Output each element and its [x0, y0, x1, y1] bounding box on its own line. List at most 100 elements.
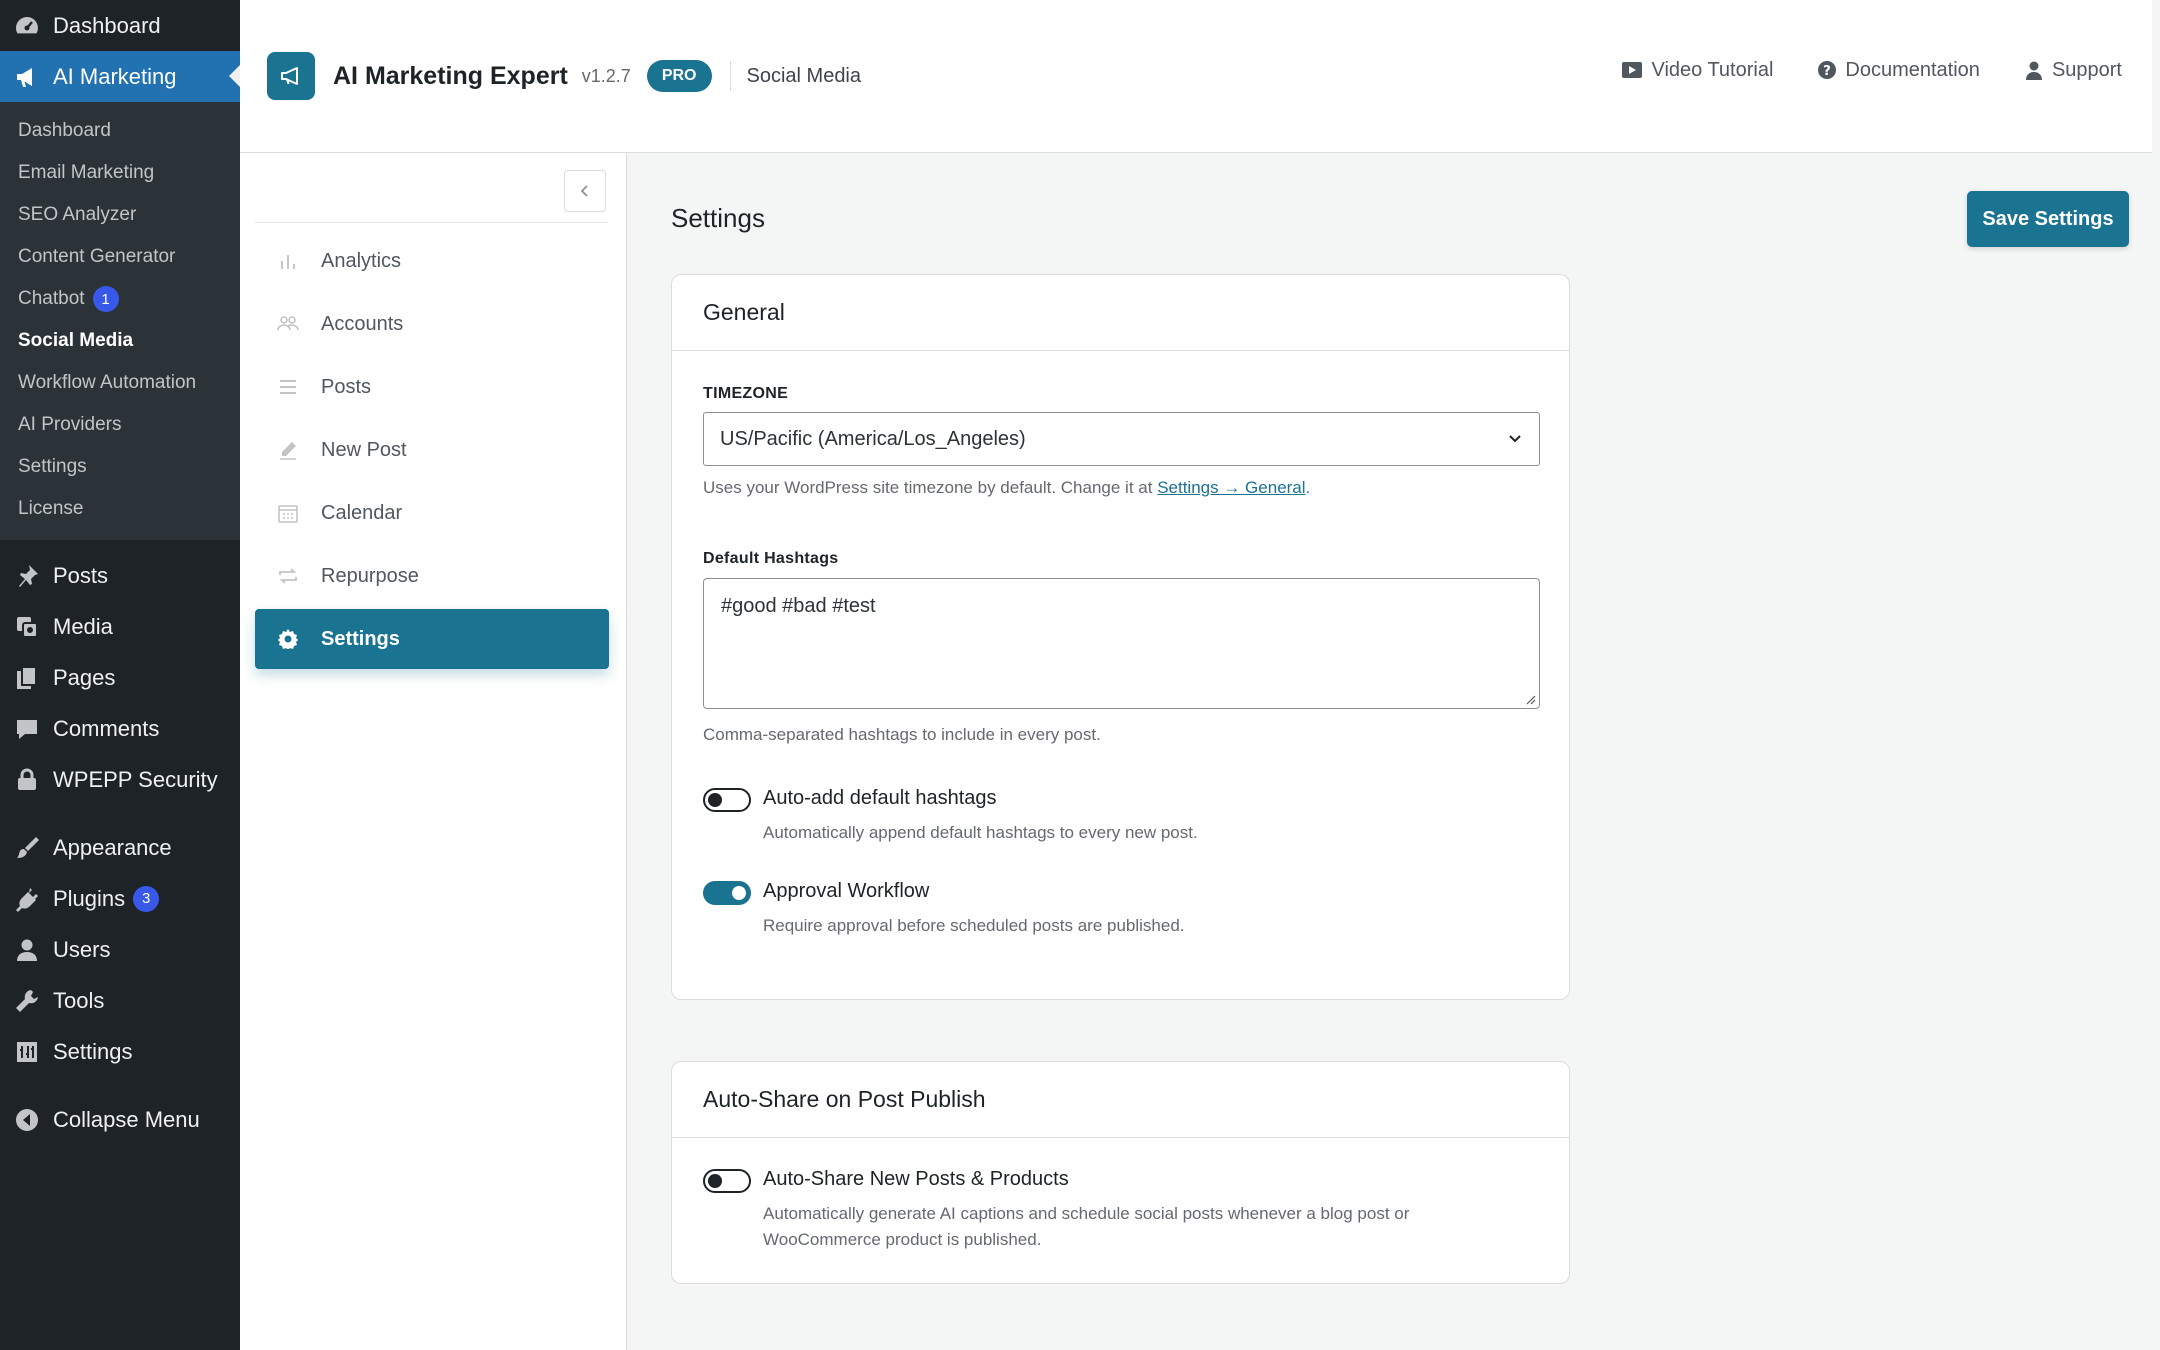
- hashtags-help: Comma-separated hashtags to include in e…: [703, 725, 1101, 744]
- link-label: Support: [2051, 58, 2122, 81]
- nav-label: Settings: [321, 627, 400, 650]
- wp-menu-collapse[interactable]: Collapse Menu: [0, 1094, 240, 1145]
- submenu-settings[interactable]: Settings: [0, 446, 240, 488]
- page-title: Settings: [671, 203, 765, 233]
- wp-menu-settings[interactable]: Settings: [0, 1026, 240, 1077]
- repeat-icon: [277, 565, 299, 587]
- timezone-value: US/Pacific (America/Los_Angeles): [720, 427, 1026, 450]
- wp-menu-dashboard[interactable]: Dashboard: [0, 0, 240, 51]
- timezone-select[interactable]: US/Pacific (America/Los_Angeles): [703, 412, 1540, 466]
- nav-item-calendar[interactable]: Calendar: [255, 483, 609, 543]
- pushpin-icon: [13, 562, 41, 590]
- submenu-label: Content Generator: [18, 246, 176, 267]
- pro-badge: PRO: [646, 60, 712, 92]
- users-icon: [13, 936, 41, 964]
- auto-add-hashtags-toggle[interactable]: [703, 788, 751, 812]
- submenu-workflow-automation[interactable]: Workflow Automation: [0, 362, 240, 404]
- section-title: Social Media: [746, 64, 862, 87]
- nav-list: Analytics Accounts Posts New Post Calend…: [255, 231, 609, 672]
- users-icon: [277, 313, 299, 335]
- wp-menu-wpepp-security[interactable]: WPEPP Security: [0, 754, 240, 805]
- submenu-label: Settings: [18, 456, 87, 477]
- wp-menu-pages[interactable]: Pages: [0, 652, 240, 703]
- hashtags-value: #good #bad #test: [721, 595, 876, 617]
- video-tutorial-link[interactable]: Video Tutorial: [1621, 59, 1773, 82]
- save-settings-button[interactable]: Save Settings: [1967, 191, 2129, 247]
- user-icon: [2025, 61, 2042, 80]
- nav-item-accounts[interactable]: Accounts: [255, 294, 609, 354]
- submenu-label: Chatbot: [18, 288, 85, 309]
- bar-chart-icon: [277, 250, 299, 272]
- submenu-ai-providers[interactable]: AI Providers: [0, 404, 240, 446]
- wp-menu-label: WPEPP Security: [53, 766, 218, 792]
- pages-icon: [13, 664, 41, 692]
- wp-menu-label: Plugins: [53, 885, 126, 911]
- header-links: Video Tutorial ? Documentation Support: [1577, 0, 2122, 140]
- gear-icon: [277, 628, 299, 650]
- submenu-chatbot[interactable]: Chatbot 1: [0, 278, 240, 320]
- toggle-description: Automatically generate AI captions and s…: [763, 1204, 1410, 1249]
- toggle-knob: [732, 886, 746, 900]
- collapse-nav-button[interactable]: [564, 170, 606, 212]
- wp-menu-ai-marketing[interactable]: AI Marketing: [0, 51, 240, 102]
- wp-menu-posts[interactable]: Posts: [0, 550, 240, 601]
- wp-menu-label: Media: [53, 613, 113, 639]
- nav-label: Analytics: [321, 249, 402, 272]
- submenu-label: Email Marketing: [18, 162, 155, 183]
- wp-menu-plugins[interactable]: Plugins 3: [0, 873, 240, 924]
- nav-item-repurpose[interactable]: Repurpose: [255, 546, 609, 606]
- settings-general-link[interactable]: Settings → General: [1157, 478, 1305, 497]
- wrench-icon: [13, 987, 41, 1015]
- submenu-dashboard[interactable]: Dashboard: [0, 110, 240, 152]
- wp-menu-media[interactable]: Media: [0, 601, 240, 652]
- header-divider: [729, 61, 731, 91]
- wp-menu-label: Tools: [53, 987, 105, 1013]
- wp-main-menu: Posts Media Pages Comments WPEPP Securit…: [0, 540, 240, 1145]
- wp-menu-label: AI Marketing: [53, 63, 177, 89]
- auto-share-card: Auto-Share on Post Publish Auto-Share Ne…: [671, 1061, 1570, 1284]
- submenu-email-marketing[interactable]: Email Marketing: [0, 152, 240, 194]
- wp-menu-comments[interactable]: Comments: [0, 703, 240, 754]
- auto-share-toggle[interactable]: [703, 1169, 751, 1193]
- submenu-social-media[interactable]: Social Media: [0, 320, 240, 362]
- nav-label: New Post: [321, 438, 407, 461]
- wp-admin-sidebar: Dashboard AI Marketing Dashboard Email M…: [0, 0, 240, 1350]
- submenu-license[interactable]: License: [0, 488, 240, 530]
- nav-label: Calendar: [321, 501, 403, 524]
- documentation-link[interactable]: ? Documentation: [1817, 59, 1980, 82]
- submenu-seo-analyzer[interactable]: SEO Analyzer: [0, 194, 240, 236]
- megaphone-logo-icon: [267, 52, 315, 100]
- wp-menu-users[interactable]: Users: [0, 924, 240, 975]
- notification-badge: 1: [92, 286, 119, 312]
- paintbrush-icon: [13, 834, 41, 862]
- hashtags-textarea[interactable]: #good #bad #test: [703, 578, 1540, 709]
- media-icon: [13, 613, 41, 641]
- resize-grip-icon[interactable]: [1524, 693, 1536, 705]
- collapse-icon: [13, 1106, 41, 1134]
- submenu-label: Social Media: [18, 330, 134, 351]
- video-icon: [1622, 62, 1643, 78]
- nav-item-new-post[interactable]: New Post: [255, 420, 609, 480]
- approval-workflow-toggle[interactable]: [703, 881, 751, 905]
- pencil-icon: [277, 439, 299, 461]
- nav-item-settings[interactable]: Settings: [255, 609, 609, 669]
- support-link[interactable]: Support: [2024, 59, 2122, 82]
- approval-workflow-row: Approval Workflow Require approval befor…: [703, 880, 1538, 939]
- timezone-label: TIMEZONE: [703, 385, 789, 402]
- submenu-content-generator[interactable]: Content Generator: [0, 236, 240, 278]
- wp-menu-tools[interactable]: Tools: [0, 975, 240, 1026]
- nav-item-posts[interactable]: Posts: [255, 357, 609, 417]
- wp-menu-appearance[interactable]: Appearance: [0, 822, 240, 873]
- nav-divider: [255, 222, 608, 223]
- wp-menu-label: Collapse Menu: [53, 1106, 200, 1132]
- svg-text:?: ?: [1824, 64, 1832, 79]
- help-text: Uses your WordPress site timezone by def…: [703, 478, 1158, 497]
- toggle-knob: [708, 1174, 722, 1188]
- timezone-help: Uses your WordPress site timezone by def…: [703, 478, 1538, 498]
- nav-item-analytics[interactable]: Analytics: [255, 231, 609, 291]
- main-content: Settings Save Settings General TIMEZONE …: [628, 153, 2152, 1350]
- submenu-label: AI Providers: [18, 414, 122, 435]
- list-icon: [277, 376, 299, 398]
- plugin-nav: Analytics Accounts Posts New Post Calend…: [240, 153, 627, 1350]
- ai-marketing-submenu: Dashboard Email Marketing SEO Analyzer C…: [0, 102, 240, 540]
